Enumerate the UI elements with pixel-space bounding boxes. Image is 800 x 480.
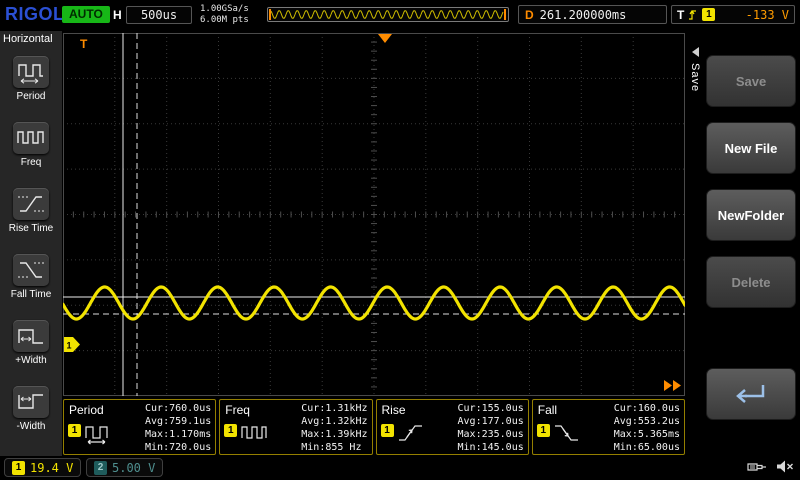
sidebar-item-label: Freq	[21, 157, 42, 168]
meas-max: Max:1.39kHz	[301, 428, 367, 441]
timebase-readout[interactable]: 500us	[126, 6, 192, 24]
softkey-menu: Save Save New File NewFolder Delete	[686, 31, 800, 456]
svg-text:1: 1	[67, 341, 72, 351]
meas-max: Max:5.365ms	[614, 428, 680, 441]
usb-icon	[747, 460, 767, 474]
delete-button[interactable]: Delete	[706, 256, 796, 308]
speaker-muted-icon	[776, 459, 794, 474]
meas-max: Max:235.0us	[458, 428, 524, 441]
memory-depth: 6.00M pts	[200, 15, 249, 26]
back-button[interactable]	[706, 368, 796, 420]
sidebar-item-neg-width[interactable]: -Width	[0, 386, 62, 443]
menu-tab-save[interactable]: Save	[686, 47, 704, 133]
delay-indicator-arrow	[673, 380, 681, 391]
sidebar-item-rise-time[interactable]: Rise Time	[0, 188, 62, 245]
meas-max: Max:1.170ms	[145, 428, 211, 441]
measurement-panel-period[interactable]: Period 1 Cur:760.0us Avg:759.1us Max:1.1…	[63, 399, 216, 455]
measurement-name: Period	[69, 403, 104, 417]
channel-1-badge: 1	[12, 461, 25, 475]
sidebar-item-freq[interactable]: Freq	[0, 122, 62, 179]
measurement-name: Freq	[225, 403, 250, 417]
graticule: T1	[63, 33, 685, 396]
d-label: D	[525, 8, 534, 22]
trigger-readout[interactable]: T 1 -133 V	[671, 5, 795, 24]
pos-width-icon	[13, 320, 49, 352]
h-label: H	[113, 8, 122, 22]
sidebar-item-label: Rise Time	[9, 223, 53, 234]
trigger-channel-badge: 1	[702, 8, 715, 21]
fall-time-icon	[13, 254, 49, 286]
waveform-preview-strip[interactable]	[267, 7, 509, 22]
preview-waveform	[268, 8, 508, 21]
delay-value: 261.200000ms	[540, 8, 627, 22]
sidebar-item-pos-width[interactable]: +Width	[0, 320, 62, 377]
menu-tab-label: Save	[689, 63, 701, 92]
meas-min: Min:855 Hz	[301, 441, 367, 454]
channel-2-status[interactable]: 2 5.00 V	[86, 458, 163, 477]
trigger-level-value: -133 V	[719, 8, 789, 22]
top-bar: RIGOL AUTO H 500us 1.00GSa/s 6.00M pts D…	[0, 0, 800, 31]
rise-meas-icon	[397, 422, 425, 451]
delay-readout[interactable]: D 261.200000ms	[518, 5, 667, 24]
waveform-display[interactable]: T1	[63, 33, 685, 396]
return-arrow-icon	[730, 379, 772, 409]
run-status-badge[interactable]: AUTO	[62, 6, 110, 23]
meas-avg: Avg:553.2us	[614, 415, 680, 428]
fall-meas-icon	[553, 422, 581, 451]
sidebar-item-label: +Width	[15, 355, 46, 366]
sidebar-item-fall-time[interactable]: Fall Time	[0, 254, 62, 311]
period-icon	[13, 56, 49, 88]
meas-min: Min:145.0us	[458, 441, 524, 454]
t-reference-marker: T	[80, 37, 88, 51]
channel-2-badge: 2	[94, 461, 107, 475]
oscilloscope-screen: RIGOL AUTO H 500us 1.00GSa/s 6.00M pts D…	[0, 0, 800, 480]
new-folder-button[interactable]: NewFolder	[706, 189, 796, 241]
channel-1-status[interactable]: 1 19.4 V	[4, 458, 81, 477]
rising-edge-icon	[688, 8, 698, 21]
trigger-position-marker	[378, 34, 392, 43]
collapse-arrow-icon	[692, 47, 699, 57]
channel-2-scale: 5.00 V	[112, 461, 155, 475]
trigger-label: T	[677, 8, 684, 22]
sidebar-title: Horizontal	[0, 31, 62, 47]
delay-indicator-arrow	[664, 380, 672, 391]
save-button[interactable]: Save	[706, 55, 796, 107]
sidebar-item-period[interactable]: Period	[0, 56, 62, 113]
measurement-name: Rise	[382, 403, 406, 417]
channel-1-badge: 1	[224, 424, 237, 437]
status-bar: 1 19.4 V 2 5.00 V	[0, 456, 800, 480]
channel-1-badge: 1	[381, 424, 394, 437]
sidebar-item-label: Fall Time	[11, 289, 52, 300]
neg-width-icon	[13, 386, 49, 418]
meas-cur: Cur:155.0us	[458, 402, 524, 415]
meas-cur: Cur:160.0us	[614, 402, 680, 415]
sidebar-item-label: Period	[17, 91, 46, 102]
sidebar-item-label: -Width	[17, 421, 46, 432]
measurement-name: Fall	[538, 403, 557, 417]
measurement-panel-rise[interactable]: Rise 1 Cur:155.0us Avg:177.0us Max:235.0…	[376, 399, 529, 455]
meas-min: Min:720.0us	[145, 441, 211, 454]
rise-time-icon	[13, 188, 49, 220]
measurement-panel-freq[interactable]: Freq 1 Cur:1.31kHz Avg:1.32kHz Max:1.39k…	[219, 399, 372, 455]
new-file-button[interactable]: New File	[706, 122, 796, 174]
freq-icon	[13, 122, 49, 154]
measure-sidebar: Horizontal Period Freq Rise Time Fall Ti…	[0, 31, 62, 456]
meas-avg: Avg:759.1us	[145, 415, 211, 428]
meas-cur: Cur:760.0us	[145, 402, 211, 415]
sample-rate: 1.00GSa/s	[200, 4, 249, 15]
measurement-results: Period 1 Cur:760.0us Avg:759.1us Max:1.1…	[63, 399, 685, 455]
acquisition-info: 1.00GSa/s 6.00M pts	[200, 4, 249, 26]
channel-1-badge: 1	[68, 424, 81, 437]
freq-meas-icon	[240, 422, 268, 451]
meas-cur: Cur:1.31kHz	[301, 402, 367, 415]
measurement-panel-fall[interactable]: Fall 1 Cur:160.0us Avg:553.2us Max:5.365…	[532, 399, 685, 455]
meas-min: Min:65.00us	[614, 441, 680, 454]
meas-avg: Avg:177.0us	[458, 415, 524, 428]
rigol-logo: RIGOL	[5, 4, 65, 25]
channel-1-scale: 19.4 V	[30, 461, 73, 475]
period-meas-icon	[84, 422, 112, 451]
channel-1-badge: 1	[537, 424, 550, 437]
meas-avg: Avg:1.32kHz	[301, 415, 367, 428]
timebase-value: 500us	[141, 8, 177, 22]
